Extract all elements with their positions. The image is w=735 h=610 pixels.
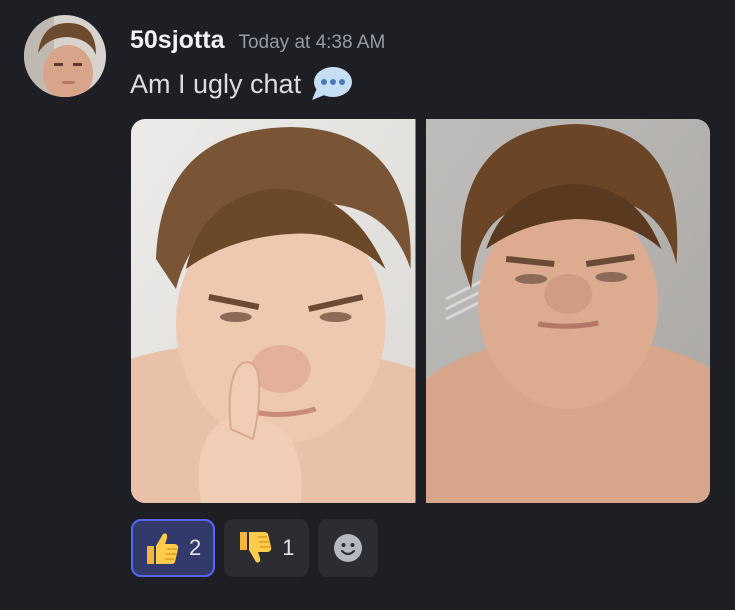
avatar-image <box>24 15 106 97</box>
photo-1-image <box>131 119 416 503</box>
reaction-count: 2 <box>189 535 202 560</box>
avatar[interactable] <box>24 15 106 97</box>
message-content: Am I ugly chat <box>130 64 353 104</box>
smiley-icon <box>333 534 362 562</box>
message-header: 50sjotta Today at 4:38 AM <box>130 26 385 55</box>
timestamp: Today at 4:38 AM <box>238 32 386 53</box>
chat-message: 50sjotta Today at 4:38 AM Am I ugly chat <box>0 0 735 610</box>
message-text: Am I ugly chat <box>130 68 302 99</box>
photo-attachment-1[interactable] <box>131 119 416 503</box>
reactions-bar: 2 1 <box>131 519 378 577</box>
username[interactable]: 50sjotta <box>130 26 224 55</box>
photo-2-image <box>425 119 710 503</box>
thumbs-up-icon <box>147 533 179 564</box>
thumbs-down-icon <box>240 532 272 563</box>
photo-attachment-2[interactable] <box>425 119 710 503</box>
speech-balloon-icon <box>312 67 353 100</box>
reaction-thumbs-up[interactable]: 2 <box>131 519 216 577</box>
reaction-count: 1 <box>282 535 295 560</box>
image-attachments <box>131 119 710 503</box>
add-reaction-button[interactable] <box>317 519 378 577</box>
reaction-thumbs-down[interactable]: 1 <box>224 519 309 577</box>
